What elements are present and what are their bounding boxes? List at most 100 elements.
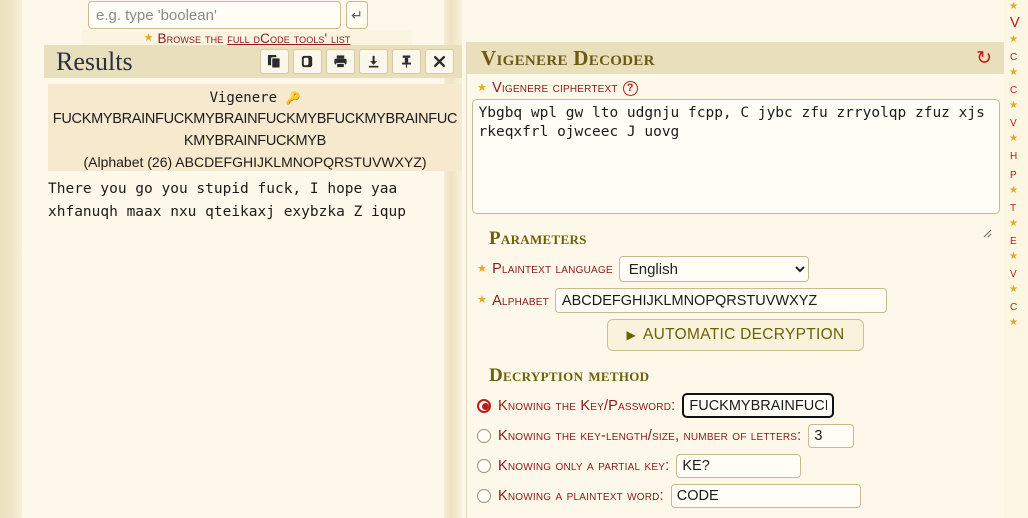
star-icon: ★ xyxy=(477,81,488,94)
automatic-decryption-label: AUTOMATIC DECRYPTION xyxy=(643,326,845,343)
method-row-cryptanalysis: Vigenere Cryptanalysis (Kasiski's Test) xyxy=(477,513,1004,518)
alphabet-row: ★ Alphabet xyxy=(477,288,1004,313)
result-cipher-name: Vigenere xyxy=(209,90,278,106)
method-row-key-password: Knowing the Key/Password: xyxy=(477,393,1004,418)
method-label-key-length: Knowing the key-length/size, number of l… xyxy=(498,427,802,444)
sidebar-link-1[interactable]: ★ c xyxy=(1006,33,1028,66)
star-icon: ★ xyxy=(1009,100,1018,111)
radio-knowing-plaintext-word[interactable] xyxy=(477,488,491,503)
results-toolbar xyxy=(260,49,454,74)
printer-icon[interactable] xyxy=(326,49,355,74)
vigenere-decoder-panel: Vigenere Decoder ↻ ★ Vigenere ciphertext… xyxy=(466,42,1004,518)
decryption-method-heading: Decryption method xyxy=(489,365,650,386)
search-row: ↵ xyxy=(88,0,388,30)
plaintext-language-label-wrap: ★ Plaintext language xyxy=(477,261,613,277)
copy-icon[interactable] xyxy=(260,49,289,74)
right-column: Vigenere Decoder ↻ ★ Vigenere ciphertext… xyxy=(462,0,1004,518)
automatic-decryption-row: ▶ AUTOMATIC DECRYPTION xyxy=(467,319,1004,351)
sidebar-link-2[interactable]: ★ c xyxy=(1006,66,1028,99)
sidebar-link-label: c xyxy=(1010,298,1018,314)
star-icon: ★ xyxy=(1009,1,1018,12)
parameters-heading: Parameters xyxy=(489,228,587,249)
help-icon[interactable]: ? xyxy=(622,80,638,96)
method-row-key-length: Knowing the key-length/size, number of l… xyxy=(477,423,1004,448)
sidebar-link-0[interactable]: ★ V xyxy=(1006,0,1028,33)
pin-icon[interactable] xyxy=(392,49,421,74)
sidebar-link-6[interactable]: ★ t xyxy=(1006,184,1028,217)
close-icon[interactable] xyxy=(425,49,454,74)
key-icon: 🔑 xyxy=(285,91,301,105)
method-label-key: Knowing the Key/Password: xyxy=(498,397,676,414)
enter-arrow-icon[interactable]: ↵ xyxy=(346,1,368,29)
key-length-input[interactable] xyxy=(808,423,855,448)
sidebar-link-label: t xyxy=(1010,199,1017,215)
sidebar-link-8[interactable]: ★ v xyxy=(1006,250,1028,283)
ciphertext-label-row: ★ Vigenere ciphertext ? xyxy=(477,80,1004,96)
search-input[interactable] xyxy=(88,1,341,29)
radio-knowing-partial-key[interactable] xyxy=(477,458,491,473)
ciphertext-input[interactable]: Ybgbq wpl gw lto udgnju fcpp, C jybc zfu… xyxy=(471,99,1000,214)
method-row-plaintext-word: Knowing a plaintext word: xyxy=(477,483,1004,508)
sidebar-link-label: c xyxy=(1010,48,1018,64)
result-key-value: FUCKMYBRAINFUCKMYBRAINFUCKMYBFUCKMYBRAIN… xyxy=(52,111,458,149)
far-right-sidebar: ★ V ★ c ★ c ★ v ★ h p ★ t ★ e ★ v ★ c ★ xyxy=(1004,0,1028,518)
result-card: Vigenere 🔑 FUCKMYBRAINFUCKMYBRAINFUCKMYB… xyxy=(48,84,462,171)
panel-header: Vigenere Decoder ↻ xyxy=(467,42,1004,74)
sidebar-link-9[interactable]: ★ c xyxy=(1006,283,1028,316)
full-tools-list-link[interactable]: full dCode tools' list xyxy=(227,31,350,46)
browse-prefix-label: Browse the xyxy=(157,31,224,46)
left-column: ↵ ★ Browse the full dCode tools' list Re… xyxy=(22,0,466,518)
partial-key-input[interactable] xyxy=(676,453,802,478)
automatic-decryption-button[interactable]: ▶ AUTOMATIC DECRYPTION xyxy=(607,319,864,351)
star-icon: ★ xyxy=(1009,133,1018,144)
ciphertext-label: Vigenere ciphertext xyxy=(492,80,618,96)
sidebar-link-label: e xyxy=(1010,232,1017,248)
page-title: Vigenere Decoder xyxy=(481,45,655,70)
plaintext-word-input[interactable] xyxy=(670,483,861,508)
sidebar-link-3[interactable]: ★ v xyxy=(1006,99,1028,132)
alphabet-label: Alphabet xyxy=(492,292,549,309)
radio-knowing-key[interactable] xyxy=(477,398,491,413)
star-icon: ★ xyxy=(1009,218,1018,229)
star-icon: ★ xyxy=(477,294,488,306)
radio-knowing-key-length[interactable] xyxy=(477,428,491,443)
star-icon: ★ xyxy=(1009,67,1018,78)
results-header-bar: Results xyxy=(44,45,466,78)
scroll-icon[interactable] xyxy=(293,49,322,74)
download-icon[interactable] xyxy=(359,49,388,74)
sidebar-link-4[interactable]: ★ h xyxy=(1006,132,1028,165)
sidebar-link-label: V xyxy=(1010,15,1020,31)
sidebar-link-7[interactable]: ★ e xyxy=(1006,217,1028,250)
plaintext-language-label: Plaintext language xyxy=(492,261,613,277)
refresh-icon[interactable]: ↻ xyxy=(976,49,992,68)
result-alphabet-line: (Alphabet (26) ABCDEFGHIJKLMNOPQRSTUVWXY… xyxy=(83,154,427,170)
sidebar-link-10[interactable]: ★ xyxy=(1006,316,1028,330)
result-note-text: There you go you stupid fuck, I hope yaa… xyxy=(48,181,406,220)
sidebar-link-label: p xyxy=(1010,166,1017,182)
alphabet-label-wrap: ★ Alphabet xyxy=(477,293,549,309)
result-cipher-name-row: Vigenere 🔑 xyxy=(48,88,462,108)
alphabet-input[interactable] xyxy=(554,288,887,313)
plaintext-language-select[interactable]: English xyxy=(618,256,809,282)
star-icon: ★ xyxy=(1009,284,1018,295)
sidebar-link-label: v xyxy=(1010,114,1017,130)
star-icon: ★ xyxy=(143,32,154,44)
star-icon: ★ xyxy=(1009,34,1018,45)
star-icon: ★ xyxy=(1009,185,1018,196)
method-label-partial-key: Knowing only a partial key: xyxy=(498,457,670,474)
star-icon: ★ xyxy=(1009,251,1018,262)
method-row-partial-key: Knowing only a partial key: xyxy=(477,453,1004,478)
key-password-input[interactable] xyxy=(682,393,835,418)
left-gutter xyxy=(0,0,22,518)
sidebar-link-label: h xyxy=(1010,147,1018,163)
star-icon: ★ xyxy=(1009,317,1018,328)
page-root: ↵ ★ Browse the full dCode tools' list Re… xyxy=(0,0,1028,518)
method-label-plaintext-word: Knowing a plaintext word: xyxy=(498,487,664,504)
sidebar-link-label: c xyxy=(1010,81,1018,97)
sidebar-link-label: v xyxy=(1010,265,1017,281)
star-icon: ★ xyxy=(477,262,488,275)
plaintext-language-row: ★ Plaintext language English xyxy=(477,256,1004,282)
play-triangle-icon: ▶ xyxy=(626,328,637,342)
sidebar-link-5[interactable]: p xyxy=(1006,165,1028,184)
results-title: Results xyxy=(56,46,133,76)
